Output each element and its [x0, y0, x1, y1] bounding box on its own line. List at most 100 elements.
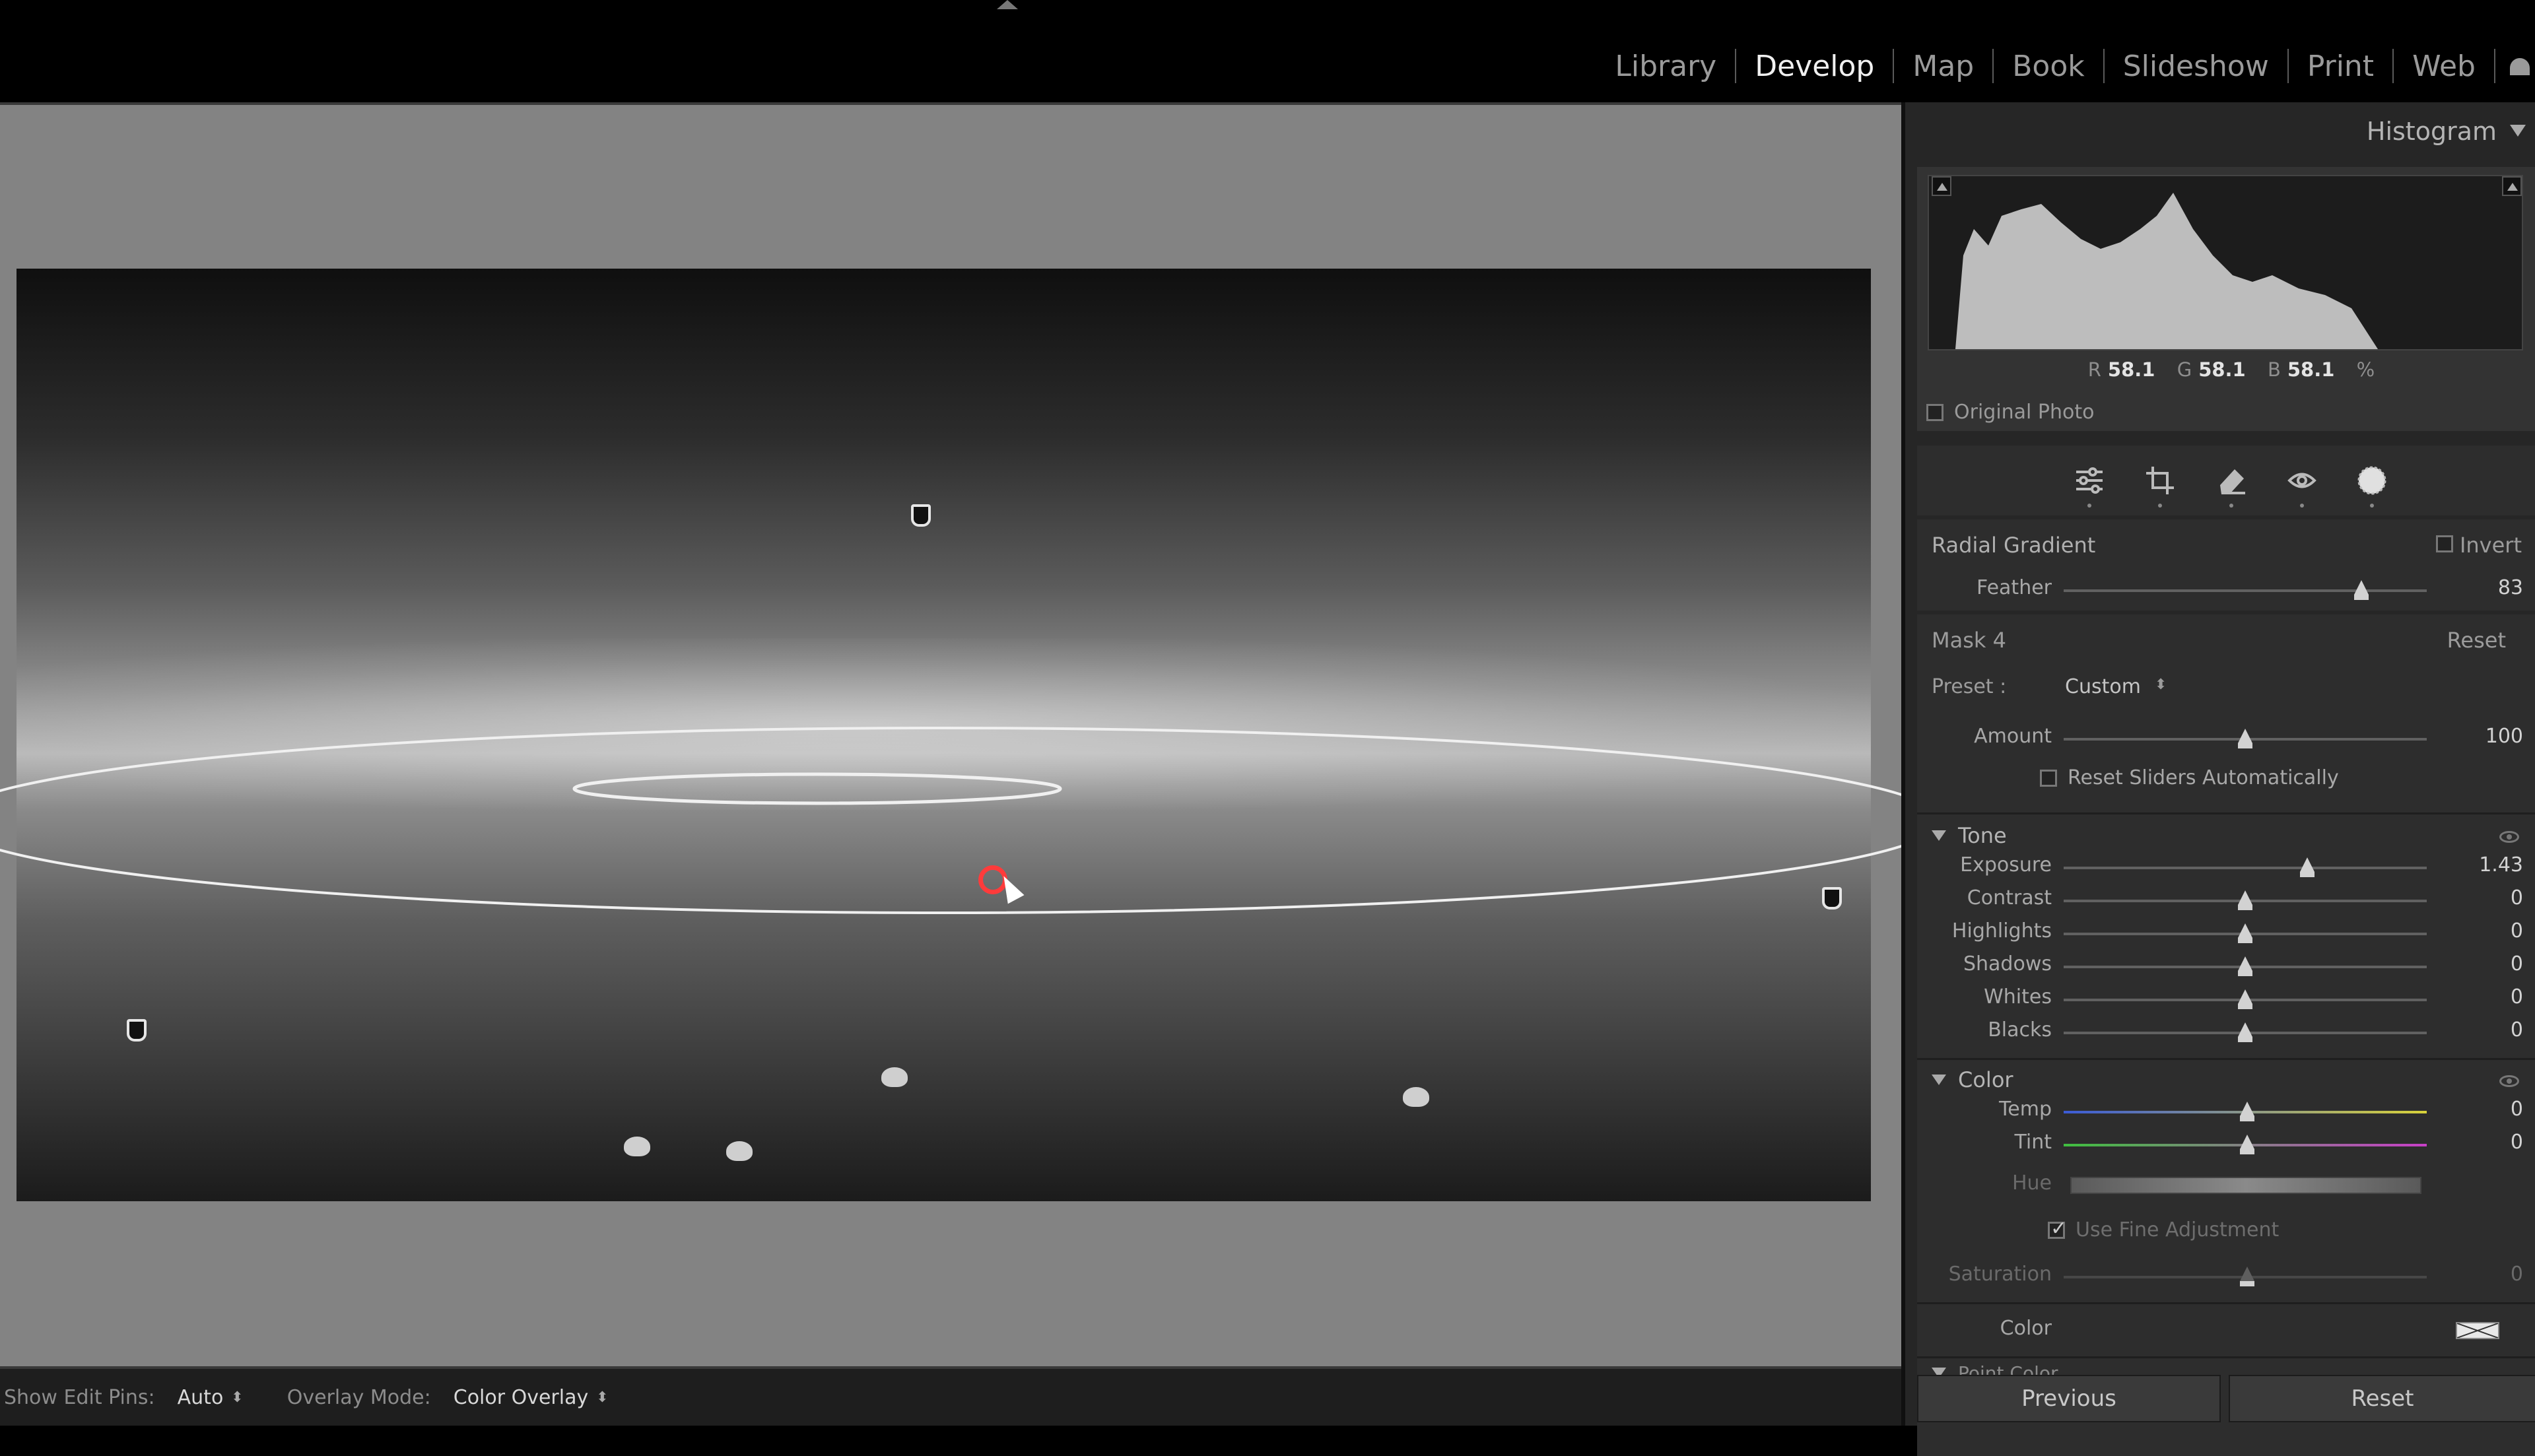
fine-adjustment-label: Use Fine Adjustment — [2076, 1218, 2280, 1241]
blacks-value[interactable]: 0 — [2511, 1018, 2523, 1042]
whites-slider-thumb[interactable] — [2238, 989, 2252, 1009]
tool-indicator-dot — [2229, 504, 2233, 508]
color-group-header[interactable]: Color — [1932, 1067, 2013, 1092]
module-slideshow[interactable]: Slideshow — [2105, 50, 2287, 83]
preset-select[interactable]: Custom — [2065, 675, 2141, 698]
tone-title: Tone — [1958, 823, 2007, 848]
amount-slider-thumb[interactable] — [2238, 729, 2252, 748]
color-title: Color — [1958, 1067, 2013, 1092]
mask-icon[interactable] — [2355, 464, 2388, 508]
histogram-graph — [1955, 193, 2378, 349]
module-book[interactable]: Book — [1994, 50, 2103, 83]
edit-pins-updown-icon[interactable]: ⬍ — [231, 1389, 243, 1406]
exposure-slider-thumb[interactable] — [2299, 857, 2315, 877]
saturation-slider-thumb[interactable] — [2240, 1267, 2254, 1286]
tint-slider-thumb[interactable] — [2240, 1135, 2254, 1154]
amount-slider-row: Amount 100 — [1917, 723, 2535, 752]
tone-group-header[interactable]: Tone — [1932, 823, 2007, 848]
sliders-icon[interactable] — [2073, 464, 2106, 508]
tint-value[interactable]: 0 — [2511, 1131, 2523, 1154]
edit-pin[interactable] — [911, 504, 931, 527]
highlights-slider-thumb[interactable] — [2238, 923, 2252, 943]
mask-title: Mask 4 — [1932, 628, 2006, 653]
module-web[interactable]: Web — [2394, 50, 2494, 83]
blacks-slider-thumb[interactable] — [2238, 1022, 2252, 1042]
contrast-value[interactable]: 0 — [2511, 886, 2523, 910]
disclosure-triangle-icon[interactable] — [1932, 830, 1946, 841]
tool-strip — [1917, 446, 2535, 515]
collapse-caret-icon[interactable] — [2510, 125, 2526, 137]
exposure-label: Exposure — [1960, 853, 2052, 877]
color-visibility-eye-icon[interactable] — [2499, 1075, 2519, 1087]
fine-adjustment-row[interactable]: Use Fine Adjustment — [2048, 1217, 2280, 1241]
shadows-label: Shadows — [1963, 952, 2052, 976]
reset-button[interactable]: Reset — [2229, 1375, 2535, 1422]
whites-label: Whites — [1984, 985, 2052, 1009]
overlay-mode-select[interactable]: Color Overlay — [454, 1386, 589, 1409]
mask-reset-button[interactable]: Reset — [2447, 628, 2506, 653]
feather-value[interactable]: 83 — [2498, 576, 2523, 599]
previous-button[interactable]: Previous — [1917, 1375, 2221, 1422]
eraser-icon[interactable] — [2215, 464, 2248, 508]
red-eye-icon[interactable] — [2285, 464, 2318, 508]
collapse-top-panel-icon[interactable] — [997, 0, 1018, 9]
feather-slider-thumb[interactable] — [2354, 580, 2369, 600]
section-divider — [1917, 812, 2535, 814]
hue-label: Hue — [2011, 1172, 2052, 1195]
whites-value[interactable]: 0 — [2511, 985, 2523, 1009]
histogram-title: Histogram — [2366, 117, 2497, 146]
hue-slider-track[interactable] — [2070, 1177, 2421, 1194]
saturation-value[interactable]: 0 — [2511, 1263, 2523, 1286]
rgb-readout: R 58.1 G 58.1 B 58.1 % — [1917, 358, 2535, 381]
module-print[interactable]: Print — [2289, 50, 2392, 83]
edit-pins-select[interactable]: Auto — [178, 1386, 224, 1409]
module-map[interactable]: Map — [1894, 50, 1992, 83]
original-photo-label: Original Photo — [1954, 401, 2095, 424]
preset-updown-icon[interactable]: ⬍ — [2155, 677, 2167, 693]
radial-outer-ellipse[interactable] — [0, 727, 1901, 914]
feather-slider-track[interactable] — [2064, 589, 2427, 592]
module-library[interactable]: Library — [1596, 50, 1735, 83]
original-photo-checkbox[interactable] — [1926, 403, 1944, 421]
color-swatch-button[interactable] — [2456, 1322, 2499, 1339]
tone-visibility-eye-icon[interactable] — [2499, 831, 2519, 843]
edit-pin[interactable] — [127, 1019, 147, 1042]
percent-sign: % — [2356, 358, 2375, 381]
contrast-label: Contrast — [1967, 886, 2052, 910]
disclosure-triangle-icon[interactable] — [1932, 1075, 1946, 1085]
temp-label: Temp — [1999, 1098, 2052, 1121]
canvas-toolbar: Show Edit Pins: Auto ⬍ Overlay Mode: Col… — [0, 1366, 1901, 1426]
edit-pin[interactable] — [1822, 887, 1842, 910]
preset-label: Preset : — [1932, 675, 2007, 698]
fine-adjustment-checkbox[interactable] — [2048, 1217, 2067, 1240]
b-label: B — [2267, 358, 2281, 381]
module-develop[interactable]: Develop — [1736, 50, 1893, 83]
highlight-clipping-icon[interactable] — [2502, 176, 2522, 196]
photo-canvas[interactable] — [0, 105, 1901, 1366]
radial-inner-ellipse[interactable] — [572, 772, 1062, 805]
blacks-slider-row: Blacks 0 — [1917, 1017, 2535, 1046]
histogram-header[interactable]: Histogram — [1905, 102, 2535, 160]
histogram-plot[interactable] — [1928, 175, 2523, 350]
contrast-slider-thumb[interactable] — [2238, 890, 2252, 910]
highlights-value[interactable]: 0 — [2511, 919, 2523, 943]
temp-value[interactable]: 0 — [2511, 1098, 2523, 1121]
module-overflow[interactable] — [2495, 49, 2535, 83]
amount-value[interactable]: 100 — [2485, 725, 2523, 748]
invert-checkbox[interactable] — [2436, 535, 2453, 552]
r-value: 58.1 — [2107, 358, 2155, 381]
shadows-slider-thumb[interactable] — [2238, 956, 2252, 976]
reset-sliders-checkbox[interactable] — [2040, 769, 2057, 787]
overlay-mode-updown-icon[interactable]: ⬍ — [596, 1389, 608, 1406]
exposure-value[interactable]: 1.43 — [2479, 853, 2523, 877]
shadows-value[interactable]: 0 — [2511, 952, 2523, 976]
reset-sliders-row[interactable]: Reset Sliders Automatically — [2040, 766, 2339, 789]
hue-slider-row: Hue — [1917, 1170, 2535, 1199]
blacks-label: Blacks — [1988, 1018, 2052, 1042]
exposure-slider-track[interactable] — [2064, 867, 2427, 869]
radial-gradient-section: Radial Gradient Invert Feather 83 — [1917, 519, 2535, 611]
temp-slider-thumb[interactable] — [2240, 1102, 2254, 1121]
original-photo-row[interactable]: Original Photo — [1926, 401, 2095, 424]
shadow-clipping-icon[interactable] — [1932, 176, 1951, 196]
crop-icon[interactable] — [2144, 464, 2177, 508]
